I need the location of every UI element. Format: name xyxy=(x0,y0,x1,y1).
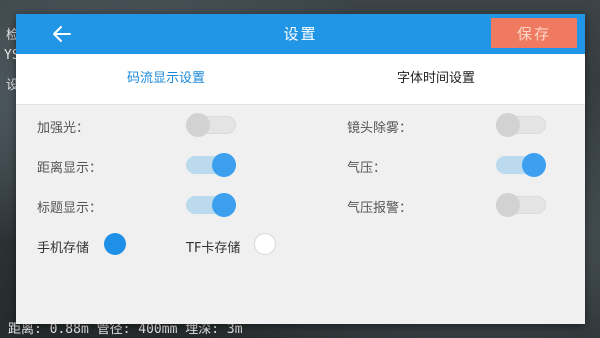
phone-storage-radio[interactable] xyxy=(104,233,126,255)
tab-stream-display[interactable]: 码流显示设置 xyxy=(66,54,266,104)
distance-display-label: 距离显示： xyxy=(37,161,103,176)
toggle-knob xyxy=(186,113,210,137)
title-display-toggle[interactable] xyxy=(186,193,236,217)
distance-display-toggle[interactable] xyxy=(186,153,236,177)
pressure-alarm-label: 气压报警： xyxy=(347,201,413,216)
lens-defog-toggle[interactable] xyxy=(496,113,546,137)
tab-bar: 码流显示设置 字体时间设置 xyxy=(16,54,585,105)
toggle-knob xyxy=(496,113,520,137)
toggle-knob xyxy=(212,193,236,217)
pressure-alarm-toggle[interactable] xyxy=(496,193,546,217)
toggle-knob xyxy=(522,153,546,177)
toggle-knob xyxy=(496,193,520,217)
title-bar: 设置 保存 xyxy=(16,14,585,54)
toggle-knob xyxy=(212,153,236,177)
save-button[interactable]: 保存 xyxy=(491,18,577,48)
title-display-label: 标题显示： xyxy=(37,201,103,216)
tab-font-time[interactable]: 字体时间设置 xyxy=(336,54,536,104)
enhance-light-label: 加强光： xyxy=(37,121,90,136)
tf-card-storage-label: TF卡存储 xyxy=(186,241,241,256)
phone-storage-label: 手机存储 xyxy=(37,241,90,256)
air-pressure-toggle[interactable] xyxy=(496,153,546,177)
tf-card-storage-radio[interactable] xyxy=(254,233,276,255)
enhance-light-toggle[interactable] xyxy=(186,113,236,137)
lens-defog-label: 镜头除雾： xyxy=(347,121,413,136)
air-pressure-label: 气压： xyxy=(347,161,387,176)
settings-dialog: 设置 保存 码流显示设置 字体时间设置 加强光： 镜头除雾： 距离显示： 气压：… xyxy=(16,14,585,324)
